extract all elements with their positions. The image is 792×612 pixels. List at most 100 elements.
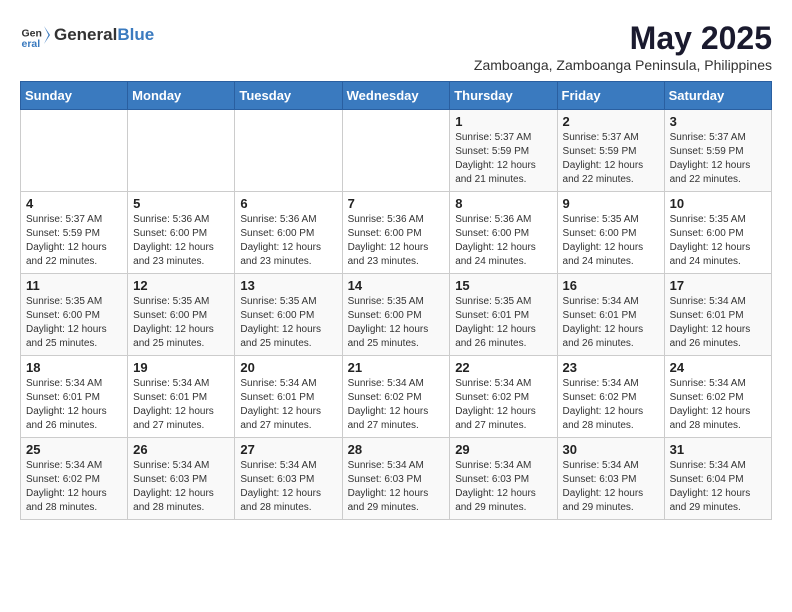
calendar-cell: 11Sunrise: 5:35 AM Sunset: 6:00 PM Dayli… (21, 274, 128, 356)
svg-text:eral: eral (22, 38, 41, 50)
weekday-header-tuesday: Tuesday (235, 82, 342, 110)
day-info: Sunrise: 5:34 AM Sunset: 6:02 PM Dayligh… (26, 459, 122, 515)
day-number: 30 (563, 442, 659, 457)
day-number: 12 (133, 278, 229, 293)
day-info: Sunrise: 5:34 AM Sunset: 6:03 PM Dayligh… (348, 459, 445, 515)
day-number: 10 (670, 196, 766, 211)
day-info: Sunrise: 5:37 AM Sunset: 5:59 PM Dayligh… (26, 213, 122, 269)
calendar-cell: 8 Sunrise: 5:36 AM Sunset: 6:00 PM Daylig… (450, 192, 557, 274)
logo-general: General (54, 25, 117, 44)
calendar-cell (342, 110, 450, 192)
day-info: Sunrise: 5:34 AM Sunset: 6:01 PM Dayligh… (563, 295, 659, 351)
day-number: 20 (240, 360, 336, 375)
day-number: 14 (348, 278, 445, 293)
calendar-cell: 31 Sunrise: 5:34 AM Sunset: 6:04 PM Dayli… (664, 438, 771, 520)
day-number: 8 (455, 196, 551, 211)
day-number: 4 (26, 196, 122, 211)
day-number: 21 (348, 360, 445, 375)
weekday-header-row: SundayMondayTuesdayWednesdayThursdayFrid… (21, 82, 772, 110)
logo-blue: Blue (117, 25, 154, 44)
calendar-cell: 4 Sunrise: 5:37 AM Sunset: 5:59 PM Daylig… (21, 192, 128, 274)
day-info: Sunrise: 5:35 AM Sunset: 6:00 PM Dayligh… (563, 213, 659, 269)
calendar-cell: 21Sunrise: 5:34 AM Sunset: 6:02 PM Dayli… (342, 356, 450, 438)
day-info: Sunrise: 5:34 AM Sunset: 6:01 PM Dayligh… (26, 377, 122, 433)
main-title: May 2025 (474, 20, 772, 57)
calendar-cell: 9 Sunrise: 5:35 AM Sunset: 6:00 PM Daylig… (557, 192, 664, 274)
day-info: Sunrise: 5:34 AM Sunset: 6:02 PM Dayligh… (563, 377, 659, 433)
calendar-cell (128, 110, 235, 192)
calendar-cell: 23 Sunrise: 5:34 AM Sunset: 6:02 PM Dayli… (557, 356, 664, 438)
day-number: 23 (563, 360, 659, 375)
calendar-cell: 7 Sunrise: 5:36 AM Sunset: 6:00 PM Daylig… (342, 192, 450, 274)
day-info: Sunrise: 5:37 AM Sunset: 5:59 PM Dayligh… (563, 131, 659, 187)
day-number: 22 (455, 360, 551, 375)
day-info: Sunrise: 5:35 AM Sunset: 6:00 PM Dayligh… (240, 295, 336, 351)
day-number: 5 (133, 196, 229, 211)
calendar-cell: 19Sunrise: 5:34 AM Sunset: 6:01 PM Dayli… (128, 356, 235, 438)
calendar-table: SundayMondayTuesdayWednesdayThursdayFrid… (20, 81, 772, 520)
week-row-5: 25 Sunrise: 5:34 AM Sunset: 6:02 PM Dayli… (21, 438, 772, 520)
calendar-cell: 20Sunrise: 5:34 AM Sunset: 6:01 PM Dayli… (235, 356, 342, 438)
day-number: 9 (563, 196, 659, 211)
weekday-header-thursday: Thursday (450, 82, 557, 110)
day-number: 25 (26, 442, 122, 457)
day-info: Sunrise: 5:36 AM Sunset: 6:00 PM Dayligh… (455, 213, 551, 269)
calendar-cell: 16 Sunrise: 5:34 AM Sunset: 6:01 PM Dayli… (557, 274, 664, 356)
day-info: Sunrise: 5:34 AM Sunset: 6:01 PM Dayligh… (670, 295, 766, 351)
day-number: 3 (670, 114, 766, 129)
calendar-cell: 15Sunrise: 5:35 AM Sunset: 6:01 PM Dayli… (450, 274, 557, 356)
title-block: May 2025 Zamboanga, Zamboanga Peninsula,… (474, 20, 772, 73)
weekday-header-wednesday: Wednesday (342, 82, 450, 110)
day-number: 26 (133, 442, 229, 457)
calendar-cell: 14Sunrise: 5:35 AM Sunset: 6:00 PM Dayli… (342, 274, 450, 356)
day-number: 2 (563, 114, 659, 129)
calendar-cell: 17 Sunrise: 5:34 AM Sunset: 6:01 PM Dayli… (664, 274, 771, 356)
calendar-cell: 2 Sunrise: 5:37 AM Sunset: 5:59 PM Daylig… (557, 110, 664, 192)
calendar-cell: 28 Sunrise: 5:34 AM Sunset: 6:03 PM Dayli… (342, 438, 450, 520)
calendar-cell: 3 Sunrise: 5:37 AM Sunset: 5:59 PM Daylig… (664, 110, 771, 192)
day-number: 7 (348, 196, 445, 211)
week-row-4: 18 Sunrise: 5:34 AM Sunset: 6:01 PM Dayli… (21, 356, 772, 438)
day-number: 24 (670, 360, 766, 375)
calendar-cell: 18 Sunrise: 5:34 AM Sunset: 6:01 PM Dayli… (21, 356, 128, 438)
calendar-cell: 29 Sunrise: 5:34 AM Sunset: 6:03 PM Dayli… (450, 438, 557, 520)
day-info: Sunrise: 5:34 AM Sunset: 6:03 PM Dayligh… (455, 459, 551, 515)
day-number: 18 (26, 360, 122, 375)
day-number: 27 (240, 442, 336, 457)
day-number: 16 (563, 278, 659, 293)
calendar-cell: 13Sunrise: 5:35 AM Sunset: 6:00 PM Dayli… (235, 274, 342, 356)
week-row-1: 1 Sunrise: 5:37 AM Sunset: 5:59 PM Daylig… (21, 110, 772, 192)
day-info: Sunrise: 5:35 AM Sunset: 6:01 PM Dayligh… (455, 295, 551, 351)
weekday-header-sunday: Sunday (21, 82, 128, 110)
day-info: Sunrise: 5:37 AM Sunset: 5:59 PM Dayligh… (670, 131, 766, 187)
calendar-cell: 22Sunrise: 5:34 AM Sunset: 6:02 PM Dayli… (450, 356, 557, 438)
calendar-cell: 30 Sunrise: 5:34 AM Sunset: 6:03 PM Dayli… (557, 438, 664, 520)
day-number: 11 (26, 278, 122, 293)
day-info: Sunrise: 5:34 AM Sunset: 6:02 PM Dayligh… (670, 377, 766, 433)
weekday-header-monday: Monday (128, 82, 235, 110)
calendar-cell: 12Sunrise: 5:35 AM Sunset: 6:00 PM Dayli… (128, 274, 235, 356)
calendar-cell (235, 110, 342, 192)
week-row-2: 4 Sunrise: 5:37 AM Sunset: 5:59 PM Daylig… (21, 192, 772, 274)
day-info: Sunrise: 5:34 AM Sunset: 6:03 PM Dayligh… (240, 459, 336, 515)
week-row-3: 11 Sunrise: 5:35 AM Sunset: 6:00 PM Dayli… (21, 274, 772, 356)
day-info: Sunrise: 5:34 AM Sunset: 6:04 PM Dayligh… (670, 459, 766, 515)
calendar-cell (21, 110, 128, 192)
calendar-cell: 27 Sunrise: 5:34 AM Sunset: 6:03 PM Dayli… (235, 438, 342, 520)
logo-icon: Gen eral (20, 20, 50, 50)
day-number: 17 (670, 278, 766, 293)
day-number: 28 (348, 442, 445, 457)
day-info: Sunrise: 5:36 AM Sunset: 6:00 PM Dayligh… (348, 213, 445, 269)
day-info: Sunrise: 5:34 AM Sunset: 6:03 PM Dayligh… (563, 459, 659, 515)
calendar-cell: 24 Sunrise: 5:34 AM Sunset: 6:02 PM Dayli… (664, 356, 771, 438)
calendar-cell: 10Sunrise: 5:35 AM Sunset: 6:00 PM Dayli… (664, 192, 771, 274)
day-number: 29 (455, 442, 551, 457)
weekday-header-friday: Friday (557, 82, 664, 110)
subtitle: Zamboanga, Zamboanga Peninsula, Philippi… (474, 57, 772, 73)
day-info: Sunrise: 5:34 AM Sunset: 6:03 PM Dayligh… (133, 459, 229, 515)
day-number: 1 (455, 114, 551, 129)
day-number: 31 (670, 442, 766, 457)
day-number: 19 (133, 360, 229, 375)
day-info: Sunrise: 5:36 AM Sunset: 6:00 PM Dayligh… (240, 213, 336, 269)
day-info: Sunrise: 5:37 AM Sunset: 5:59 PM Dayligh… (455, 131, 551, 187)
